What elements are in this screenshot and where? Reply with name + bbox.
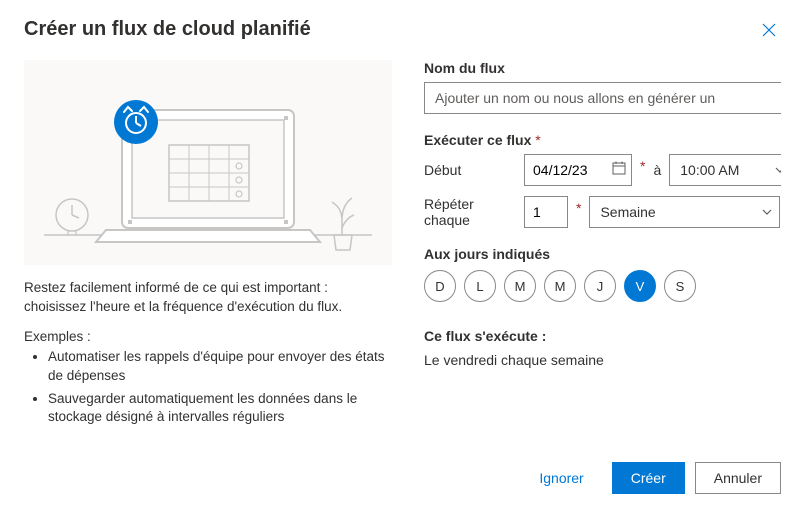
- repeat-row: Répéter chaque * Semaine *: [424, 196, 781, 228]
- examples-label: Exemples :: [24, 329, 392, 344]
- chevron-down-icon: [774, 164, 781, 176]
- left-panel: Restez facilement informé de ce qui est …: [24, 60, 392, 450]
- dialog-title: Créer un flux de cloud planifié: [24, 18, 311, 41]
- repeat-count-input[interactable]: [524, 196, 568, 228]
- close-icon: [762, 23, 776, 37]
- calendar-icon: [612, 161, 626, 175]
- example-item: Automatiser les rappels d'équipe pour en…: [48, 348, 392, 386]
- run-label: Exécuter ce flux *: [424, 132, 781, 148]
- dialog-body: Restez facilement informé de ce qui est …: [24, 60, 781, 450]
- examples-list: Automatiser les rappels d'équipe pour en…: [24, 348, 392, 428]
- day-toggle-4[interactable]: J: [584, 270, 616, 302]
- start-date-field[interactable]: [524, 154, 632, 186]
- start-time-select[interactable]: 10:00 AM: [669, 154, 781, 186]
- day-toggle-6[interactable]: S: [664, 270, 696, 302]
- flow-name-input[interactable]: [424, 82, 781, 114]
- required-indicator: *: [640, 158, 645, 174]
- example-item: Sauvegarder automatiquement les données …: [48, 390, 392, 428]
- skip-button[interactable]: Ignorer: [521, 462, 601, 494]
- dialog-header: Créer un flux de cloud planifié: [24, 18, 781, 42]
- repeat-unit-value: Semaine: [600, 204, 655, 220]
- days-label: Aux jours indiqués: [424, 246, 781, 262]
- day-toggle-0[interactable]: D: [424, 270, 456, 302]
- dialog-footer: Ignorer Créer Annuler: [24, 450, 781, 508]
- flow-name-section: Nom du flux: [424, 60, 781, 114]
- flow-name-label: Nom du flux: [424, 60, 781, 76]
- day-toggle-1[interactable]: L: [464, 270, 496, 302]
- required-indicator: *: [576, 200, 581, 216]
- day-toggle-5[interactable]: V: [624, 270, 656, 302]
- at-label: à: [653, 162, 661, 178]
- chevron-down-icon: [761, 206, 773, 218]
- description-text: Restez facilement informé de ce qui est …: [24, 279, 392, 317]
- repeat-label: Répéter chaque: [424, 196, 516, 228]
- cancel-button[interactable]: Annuler: [695, 462, 781, 494]
- required-indicator: *: [535, 132, 540, 148]
- day-toggle-3[interactable]: M: [544, 270, 576, 302]
- scheduled-flow-illustration: [24, 60, 392, 265]
- day-toggle-2[interactable]: M: [504, 270, 536, 302]
- form-panel: Nom du flux Exécuter ce flux * Début: [424, 60, 781, 450]
- create-button[interactable]: Créer: [612, 462, 685, 494]
- close-button[interactable]: [757, 18, 781, 42]
- start-label: Début: [424, 162, 516, 178]
- exec-text: Le vendredi chaque semaine: [424, 352, 781, 368]
- scheduled-flow-dialog: Créer un flux de cloud planifié: [0, 0, 805, 508]
- start-time-value: 10:00 AM: [680, 162, 739, 178]
- run-section: Exécuter ce flux * Début *: [424, 132, 781, 228]
- exec-heading: Ce flux s'exécute :: [424, 328, 781, 344]
- repeat-unit-select[interactable]: Semaine: [589, 196, 779, 228]
- days-row: DLMMJVS: [424, 270, 781, 302]
- start-row: Début * à 10:00 AM: [424, 154, 781, 186]
- days-section: Aux jours indiqués DLMMJVS: [424, 246, 781, 302]
- run-label-text: Exécuter ce flux: [424, 132, 531, 148]
